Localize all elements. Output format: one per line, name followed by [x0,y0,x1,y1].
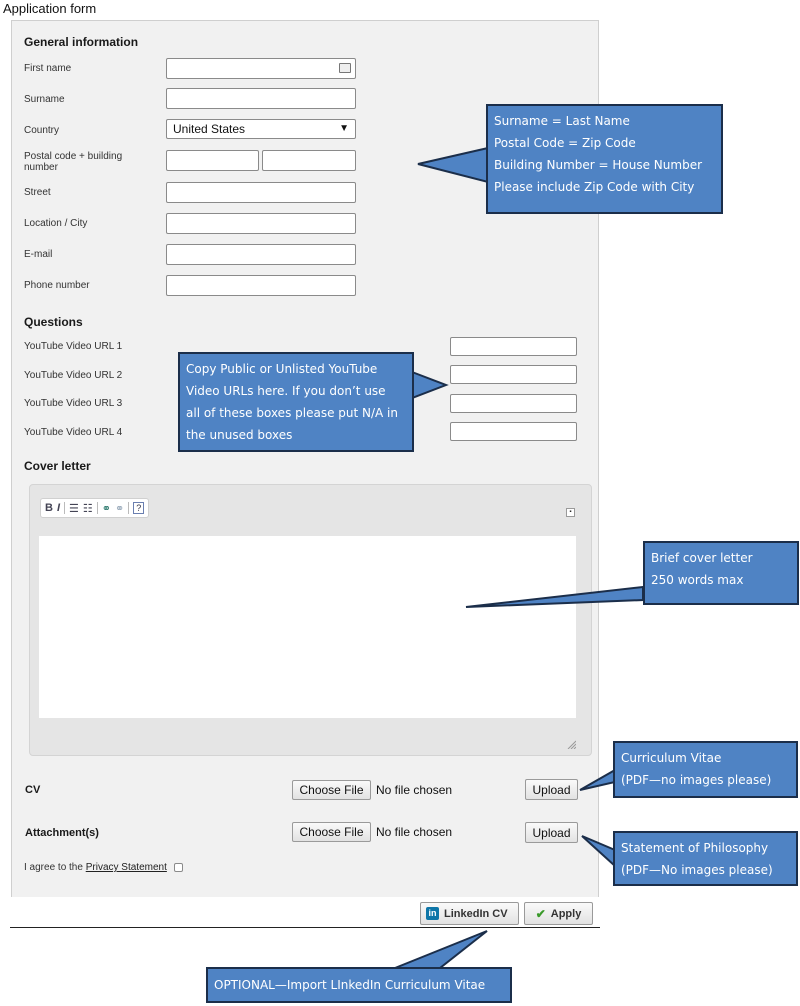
callout-line: Video URLs here. If you don’t use [186,384,386,398]
callout-line: Curriculum Vitae [621,751,722,765]
youtube-callout: Copy Public or Unlisted YouTube Video UR… [178,352,414,452]
callout-line: Brief cover letter [651,551,753,565]
philosophy-callout: Statement of Philosophy (PDF—No images p… [613,831,798,886]
cover-callout-pointer [465,585,644,608]
callout-line: (PDF—no images please) [621,773,772,787]
linkedin-callout-pointer [394,930,488,969]
callout-line: Please include Zip Code with City [494,180,695,194]
callout-line: Surname = Last Name [494,114,630,128]
callout-line: Statement of Philosophy [621,841,769,855]
youtube-callout-pointer [411,370,449,400]
callout-line: Building Number = House Number [494,158,703,172]
cover-callout: Brief cover letter 250 words max [643,541,799,605]
callout-line: Postal Code = Zip Code [494,136,636,150]
callout-line: the unused boxes [186,428,293,442]
callout-line: OPTIONAL—Import LInkedIn Curriculum Vita… [214,978,486,992]
callout-line: (PDF—No images please) [621,863,773,877]
names-callout-pointer [417,146,489,184]
cv-callout: Curriculum Vitae (PDF—no images please) [613,741,798,798]
callout-line: Copy Public or Unlisted YouTube [186,362,378,376]
philosophy-callout-pointer [581,835,616,869]
callout-line: all of these boxes please put N/A in [186,406,398,420]
linkedin-callout: OPTIONAL—Import LInkedIn Curriculum Vita… [206,967,512,1003]
names-callout: Surname = Last Name Postal Code = Zip Co… [486,104,723,214]
callout-line: 250 words max [651,573,744,587]
cv-callout-pointer [579,768,616,791]
